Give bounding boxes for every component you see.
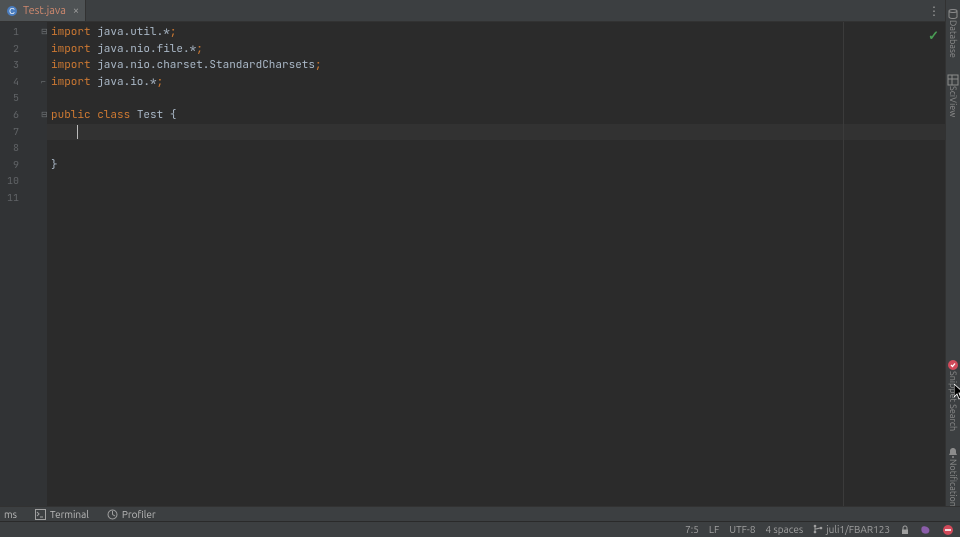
profiler-icon (107, 509, 118, 520)
line-number[interactable]: 9 (0, 157, 25, 174)
tool-window-terminal[interactable]: Terminal (31, 509, 93, 520)
line-number[interactable]: 10 (0, 173, 25, 190)
status-encoding[interactable]: UTF-8 (729, 524, 755, 535)
database-icon (947, 6, 959, 18)
code-line[interactable] (47, 190, 945, 207)
text-caret (77, 125, 78, 139)
snippet-search-icon (947, 357, 959, 369)
sidebar-label: SciView (948, 86, 958, 117)
svg-text:C: C (9, 7, 15, 16)
line-number[interactable]: 2 (0, 41, 25, 58)
right-tool-sidebar: Database SciView Snippet Search Notifica… (945, 0, 960, 521)
code-line[interactable] (47, 124, 945, 141)
terminal-icon (35, 509, 46, 520)
status-bar: 7:5 LF UTF-8 4 spaces juli1/FBAR123 (0, 521, 960, 537)
code-line[interactable]: import java.util.*; (47, 24, 945, 41)
java-class-icon: C (6, 5, 18, 17)
line-number[interactable]: 6 (0, 107, 25, 124)
bottom-tool-bar: ms Terminal Profiler (0, 506, 960, 521)
sidebar-label: Database (948, 20, 958, 58)
code-line[interactable]: import java.io.*; (47, 74, 945, 91)
code-editor[interactable]: ✓ 1 2 3 4 5 6 7 8 9 10 11 ⊟ ⌐ ⊟ import j… (0, 22, 945, 506)
tab-close-icon[interactable]: × (73, 5, 79, 17)
status-indicator-icon[interactable] (942, 524, 954, 536)
status-cursor-position[interactable]: 7:5 (685, 524, 699, 535)
tab-options-icon[interactable]: ⋮ (928, 0, 940, 21)
sciview-icon (947, 72, 959, 84)
line-number[interactable]: 7 (0, 124, 25, 141)
line-number[interactable]: 4 (0, 74, 25, 91)
line-number[interactable]: 5 (0, 90, 25, 107)
status-datadog-icon[interactable] (920, 524, 932, 536)
line-number[interactable]: 11 (0, 190, 25, 207)
sidebar-label: Snippet Search (948, 371, 958, 431)
status-readonly-icon[interactable] (900, 525, 910, 535)
line-number[interactable]: 1 (0, 24, 25, 41)
sidebar-tool-notifications[interactable]: Notifications (947, 445, 959, 511)
fold-gutter[interactable]: ⊟ ⌐ ⊟ (25, 22, 47, 506)
status-indent[interactable]: 4 spaces (765, 524, 803, 535)
line-number-gutter[interactable]: 1 2 3 4 5 6 7 8 9 10 11 (0, 22, 25, 506)
code-body[interactable]: import java.util.*;import java.nio.file.… (47, 22, 945, 506)
code-line[interactable] (47, 90, 945, 107)
status-line-separator[interactable]: LF (709, 524, 719, 535)
tool-label: ms (4, 509, 17, 520)
code-line[interactable]: import java.nio.charset.StandardCharsets… (47, 57, 945, 74)
sidebar-label: Notifications (948, 459, 958, 511)
code-line[interactable] (47, 173, 945, 190)
bell-icon (947, 445, 959, 457)
tool-window-profiler[interactable]: Profiler (103, 509, 160, 520)
code-line[interactable]: import java.nio.file.*; (47, 41, 945, 58)
tab-filename: Test.java (23, 5, 66, 17)
code-line[interactable] (47, 140, 945, 157)
sidebar-tool-sciview[interactable]: SciView (947, 72, 959, 117)
tool-label: Profiler (122, 509, 156, 520)
branch-name: juli1/FBAR123 (826, 524, 890, 535)
sidebar-tool-snippet-search[interactable]: Snippet Search (947, 357, 959, 431)
sidebar-tool-database[interactable]: Database (947, 6, 959, 58)
code-line[interactable]: public class Test { (47, 107, 945, 124)
editor-tab-bar: C Test.java × ⋮ (0, 0, 945, 22)
git-branch-icon (813, 524, 823, 536)
status-git-branch[interactable]: juli1/FBAR123 (813, 524, 890, 536)
line-number[interactable]: 3 (0, 57, 25, 74)
line-number[interactable]: 8 (0, 140, 25, 157)
tool-label: Terminal (50, 509, 89, 520)
code-line[interactable]: } (47, 157, 945, 174)
file-tab-test-java[interactable]: C Test.java × (0, 0, 86, 21)
tool-window-problems[interactable]: ms (0, 509, 21, 520)
